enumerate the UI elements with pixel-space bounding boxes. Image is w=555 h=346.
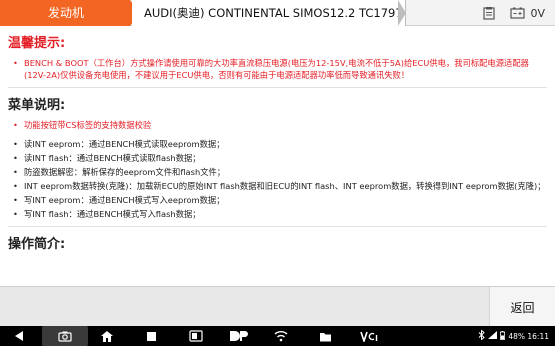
screen: 发动机 AUDI(奥迪) CONTINENTAL SIMOS12.2 TC179… (0, 0, 555, 346)
list-item: 写INT eeprom：通过BENCH模式写入eeprom数据； (8, 194, 547, 206)
divider (8, 87, 547, 88)
tab-engine[interactable]: 发动机 (0, 0, 140, 26)
app-switch-icon[interactable] (186, 326, 206, 346)
divider (8, 226, 547, 227)
tab-vehicle-path[interactable]: AUDI(奥迪) CONTINENTAL SIMOS12.2 TC1797 (132, 0, 406, 26)
list-item: 读INT eeprom：通过BENCH模式读取eeprom数据； (8, 138, 547, 150)
warning-list: BENCH & BOOT（工作台）方式操作请使用可靠的大功率直流稳压电源(电压为… (8, 57, 547, 81)
list-item: 防盗数据解密：解析保存的eeprom文件和flash文件； (8, 166, 547, 178)
voltage-readout: 0V (530, 6, 545, 20)
list-item: 读INT flash：通过BENCH模式读取flash数据； (8, 152, 547, 164)
home-icon[interactable] (98, 326, 116, 346)
report-icon[interactable] (482, 6, 496, 20)
dp-logo-icon[interactable] (226, 326, 252, 346)
content-area[interactable]: 温馨提示: BENCH & BOOT（工作台）方式操作请使用可靠的大功率直流稳压… (0, 26, 555, 286)
warning-title: 温馨提示: (8, 36, 66, 51)
back-button[interactable]: 返回 (489, 287, 555, 327)
back-triangle-icon[interactable] (10, 326, 28, 346)
feature-note: 功能按钮带CS标签的支持数据校验 (8, 119, 547, 131)
android-nav-bar: 48% 16:11 (0, 326, 555, 346)
wifi-icon[interactable] (272, 326, 290, 346)
menu-item-list: 读INT eeprom：通过BENCH模式读取eeprom数据； 读INT fl… (8, 138, 547, 220)
operation-title: 操作简介: (8, 237, 66, 252)
camera-icon[interactable] (42, 326, 88, 346)
warning-item: BENCH & BOOT（工作台）方式操作请使用可靠的大功率直流稳压电源(电压为… (8, 57, 547, 81)
list-item: INT eeprom数据转换(克隆)：加载新ECU的原始INT flash数据和… (8, 180, 547, 192)
button-bar: 返回 (0, 286, 555, 327)
bluetooth-icon (478, 329, 486, 342)
battery-status-icon (500, 330, 506, 342)
header-status: 0V (482, 0, 545, 26)
header-bar: 发动机 AUDI(奥迪) CONTINENTAL SIMOS12.2 TC179… (0, 0, 555, 26)
battery-icon: 0V (510, 7, 545, 20)
list-item: 写INT flash：通过BENCH模式写入flash数据； (8, 208, 547, 220)
system-status: 48% 16:11 (478, 326, 549, 346)
vci-icon[interactable] (358, 326, 380, 346)
folder-icon[interactable] (316, 326, 334, 346)
menu-title: 菜单说明: (8, 98, 66, 113)
status-text: 48% 16:11 (508, 331, 549, 341)
feature-list: 功能按钮带CS标签的支持数据校验 (8, 119, 547, 131)
signal-icon (488, 331, 498, 341)
recent-apps-icon[interactable] (142, 326, 160, 346)
